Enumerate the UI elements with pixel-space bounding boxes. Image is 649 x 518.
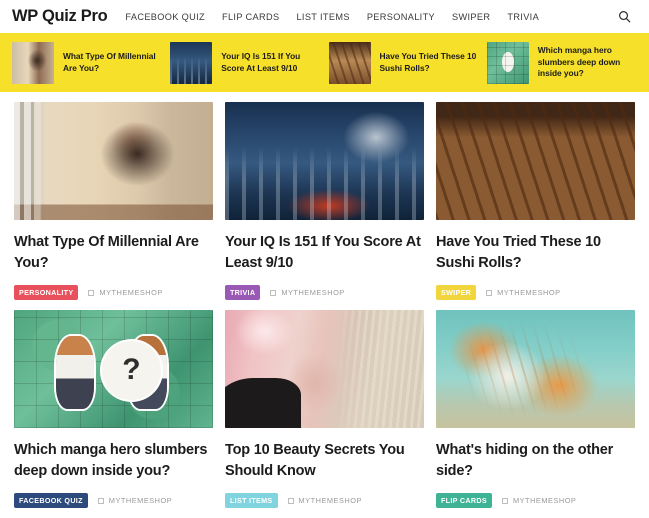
category-badge-personality[interactable]: PERSONALITY [14,285,79,300]
post-meta: TRIVIA MYTHEMESHOP [224,285,424,300]
post-meta: FLIP CARDS MYTHEMESHOP [435,493,635,508]
post-author: MYTHEMESHOP [88,288,162,297]
post-meta: SWIPER MYTHEMESHOP [435,285,635,300]
post-author-name: MYTHEMESHOP [512,496,577,505]
manga-characters-photo [14,310,213,428]
ticker-thumbnail-cafe-woman[interactable] [12,41,54,84]
ticker-thumbnail-sushi[interactable] [328,41,371,84]
question-mark-icon [101,340,162,400]
site-logo[interactable]: WP Quiz Pro [12,7,108,26]
ticker-item-title[interactable]: Your IQ Is 151 If You Score At Least 9/1… [221,51,320,74]
post-thumbnail-cat[interactable] [435,310,635,428]
post-title[interactable]: What's hiding on the other side? [436,440,635,482]
post-author-name: MYTHEMESHOP [99,288,163,297]
post-thumbnail-chess[interactable] [224,102,424,220]
post-author: MYTHEMESHOP [97,496,173,505]
shoulder-shape [224,378,301,428]
post-card: Your IQ Is 151 If You Score At Least 9/1… [219,102,430,300]
sushi-thumbnail-image [328,41,371,84]
post-author: MYTHEMESHOP [486,288,560,297]
post-meta: PERSONALITY MYTHEMESHOP [14,285,213,300]
news-ticker-bar: What Type Of Millennial Are You? Your IQ… [0,33,649,92]
user-icon [270,289,277,296]
post-title[interactable]: What Type Of Millennial Are You? [14,232,213,274]
post-meta: FACEBOOK QUIZ MYTHEMESHOP [14,493,213,508]
ticker-thumbnail-manga[interactable] [486,41,529,84]
post-card: What's hiding on the other side? FLIP CA… [430,310,641,508]
user-icon [97,497,104,504]
manga-thumbnail-image [486,41,529,84]
cafe-woman-photo [14,102,213,220]
post-author-name: MYTHEMESHOP [298,496,362,505]
nav-item-trivia[interactable]: TRIVIA [507,12,539,22]
category-badge-swiper[interactable]: SWIPER [435,285,477,300]
category-badge-list-items[interactable]: LIST ITEMS [224,493,278,508]
post-author-name: MYTHEMESHOP [497,288,561,297]
category-badge-facebook-quiz[interactable]: FACEBOOK QUIZ [14,493,88,508]
nav-item-swiper[interactable]: SWIPER [452,12,490,22]
ticker-item[interactable]: Have You Tried These 10 Sushi Rolls? [325,41,483,84]
post-card: Have You Tried These 10 Sushi Rolls? SWI… [430,102,641,300]
post-card: What Type Of Millennial Are You? PERSONA… [8,102,219,300]
sushi-rolls-photo [435,102,635,220]
ticker-thumbnail-chess[interactable] [170,41,213,84]
post-thumbnail-sushi[interactable] [435,102,635,220]
cafe-woman-thumbnail-image [12,41,54,84]
ticker-item[interactable]: Your IQ Is 151 If You Score At Least 9/1… [166,41,324,84]
post-author: MYTHEMESHOP [270,288,344,297]
ticker-item[interactable]: What Type Of Millennial Are You? [8,41,166,84]
post-thumbnail-cafe-woman[interactable] [14,102,213,220]
ticker-item-title[interactable]: Have You Tried These 10 Sushi Rolls? [380,51,479,74]
user-icon [287,497,294,504]
post-title[interactable]: Have You Tried These 10 Sushi Rolls? [436,232,635,274]
chess-thumbnail-image [170,41,213,84]
category-badge-flip-cards[interactable]: FLIP CARDS [435,493,492,508]
user-icon [501,497,508,504]
post-card: Top 10 Beauty Secrets You Should Know LI… [219,310,430,508]
main-navigation: FACEBOOK QUIZ FLIP CARDS LIST ITEMS PERS… [125,12,539,22]
site-header: WP Quiz Pro FACEBOOK QUIZ FLIP CARDS LIS… [0,0,649,33]
chess-game-photo [224,102,424,220]
user-icon [88,289,95,296]
post-thumbnail-beauty[interactable] [224,310,424,428]
post-title[interactable]: Top 10 Beauty Secrets You Should Know [225,440,424,482]
nav-item-personality[interactable]: PERSONALITY [367,12,435,22]
nav-item-list-items[interactable]: LIST ITEMS [296,12,349,22]
ginger-cat-photo [435,310,635,428]
ticker-item-title[interactable]: What Type Of Millennial Are You? [63,51,162,74]
post-author-name: MYTHEMESHOP [281,288,345,297]
post-author-name: MYTHEMESHOP [108,496,173,505]
manga-figure-left [55,335,94,410]
post-meta: LIST ITEMS MYTHEMESHOP [224,493,424,508]
search-icon[interactable] [615,8,633,26]
beauty-woman-photo [224,310,424,428]
post-card: Which manga hero slumbers deep down insi… [8,310,219,508]
category-badge-trivia[interactable]: TRIVIA [224,285,261,300]
post-thumbnail-manga[interactable] [14,310,213,428]
post-author: MYTHEMESHOP [287,496,362,505]
ticker-item[interactable]: Which manga hero slumbers deep down insi… [483,41,641,84]
ticker-item-title[interactable]: Which manga hero slumbers deep down insi… [538,45,637,80]
user-icon [486,289,493,296]
post-title[interactable]: Which manga hero slumbers deep down insi… [14,440,213,482]
post-grid: What Type Of Millennial Are You? PERSONA… [0,92,649,518]
nav-item-flip-cards[interactable]: FLIP CARDS [222,12,279,22]
post-title[interactable]: Your IQ Is 151 If You Score At Least 9/1… [225,232,424,274]
nav-item-facebook-quiz[interactable]: FACEBOOK QUIZ [125,12,205,22]
post-author: MYTHEMESHOP [501,496,577,505]
